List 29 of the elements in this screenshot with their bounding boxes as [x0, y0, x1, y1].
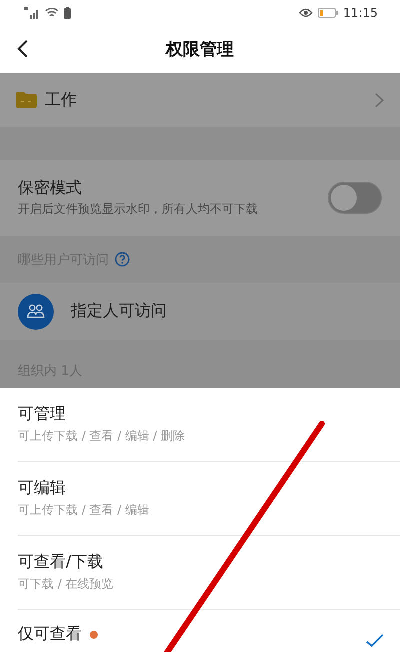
option-title: 可编辑: [18, 478, 66, 499]
option-title: 可查看/下载: [18, 552, 104, 573]
toggle-switch[interactable]: [328, 182, 382, 214]
permission-option[interactable]: 仅可查看: [18, 610, 400, 652]
wifi-icon: [45, 7, 59, 18]
battery-icon: [64, 6, 71, 18]
signal-icon: [24, 6, 40, 18]
option-title: 仅可查看: [18, 624, 82, 645]
permission-option[interactable]: 可编辑 可上传下载 / 查看 / 编辑: [18, 462, 400, 536]
setting-title: 保密模式: [18, 178, 83, 199]
option-title: 可管理: [18, 404, 66, 425]
folder-name: 工作: [45, 90, 78, 110]
status-time: 11:15: [343, 6, 378, 20]
option-description: 可上传下载 / 查看 / 编辑: [18, 502, 150, 519]
check-icon: [366, 634, 384, 648]
access-option[interactable]: 指定人可访问: [71, 301, 167, 322]
eye-icon: [299, 8, 314, 18]
option-description: 可上传下载 / 查看 / 编辑 / 删除: [18, 428, 186, 445]
people-icon: [18, 294, 54, 330]
option-description: 可下载 / 在线预览: [18, 576, 114, 593]
chevron-right-icon[interactable]: [375, 92, 384, 108]
back-icon[interactable]: [16, 39, 30, 59]
battery-icon: [318, 8, 338, 18]
help-icon[interactable]: [115, 252, 130, 267]
permission-option[interactable]: 可管理 可上传下载 / 查看 / 编辑 / 删除: [18, 388, 400, 462]
permission-option[interactable]: 可查看/下载 可下载 / 在线预览: [18, 536, 400, 610]
page-title: 权限管理: [166, 38, 234, 60]
setting-description: 开启后文件预览显示水印，所有人均不可下载: [18, 201, 258, 218]
folder-icon: [16, 92, 37, 108]
